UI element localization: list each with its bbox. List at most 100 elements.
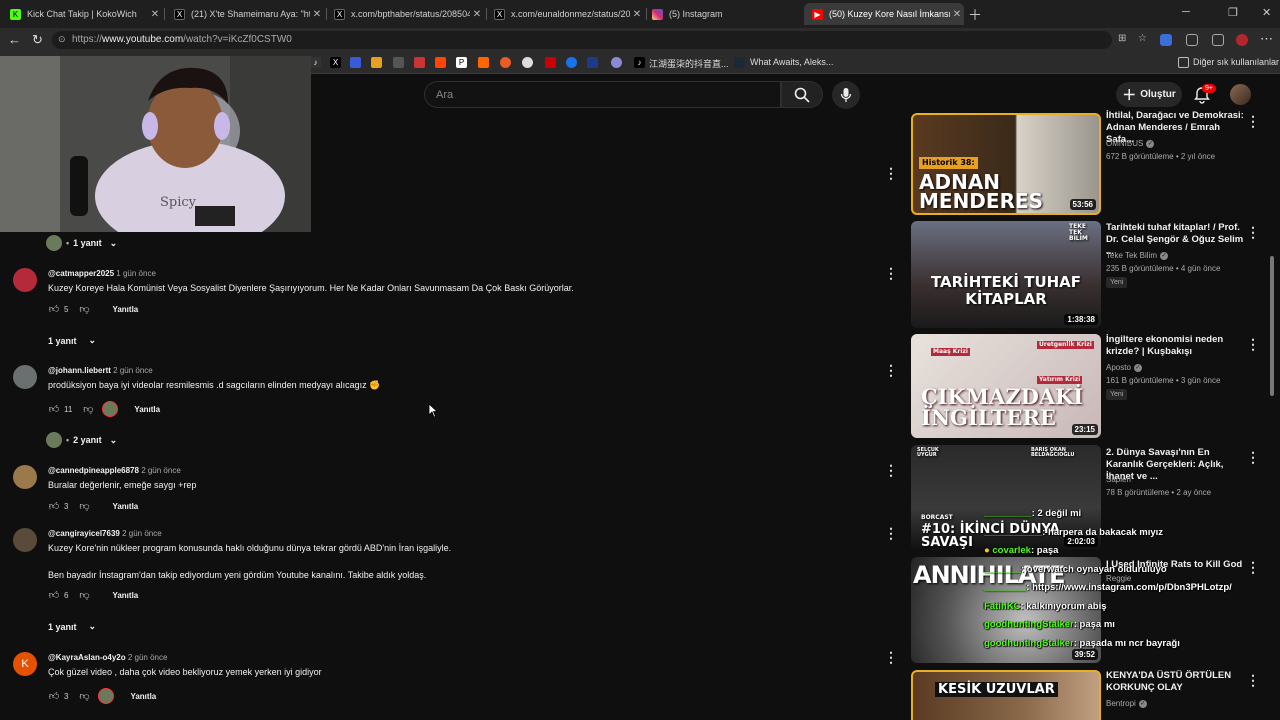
- bookmark-icon[interactable]: [611, 57, 622, 68]
- reply-button[interactable]: Yanıtla: [112, 591, 138, 600]
- dislike-icon[interactable]: 👎︎: [82, 403, 94, 415]
- bookmark-icon[interactable]: P: [456, 57, 467, 68]
- bookmark-icon[interactable]: [566, 57, 577, 68]
- bookmark-icon[interactable]: [350, 57, 361, 68]
- bookmark-steam-label[interactable]: What Awaits, Aleks...: [750, 57, 833, 67]
- replies-toggle[interactable]: 1 yanıt ⌄: [48, 335, 96, 346]
- bookmark-icon[interactable]: [522, 57, 533, 68]
- tab-x-shameimaru[interactable]: X (21) X'te Shameimaru Aya: "https:/ ✕: [166, 3, 324, 25]
- video-title[interactable]: KENYA'DA ÜSTÜ ÖRTÜLEN KORKUNÇ OLAY: [1106, 670, 1244, 694]
- comment-menu-icon[interactable]: ⋮: [884, 363, 898, 377]
- video-menu-icon[interactable]: ⋮: [1246, 560, 1260, 574]
- url-field[interactable]: ⊙ https://www.youtube.com/watch?v=iKcZf0…: [52, 31, 1147, 49]
- site-info-icon[interactable]: ⊙: [58, 34, 66, 45]
- scrollbar-thumb[interactable]: [1270, 256, 1274, 396]
- video-channel[interactable]: Aposto ✓: [1106, 363, 1142, 372]
- profile-icon[interactable]: [1236, 34, 1248, 46]
- like-icon[interactable]: 👍︎: [48, 500, 60, 512]
- bookmark-x-icon[interactable]: X: [330, 57, 341, 68]
- dislike-icon[interactable]: 👎︎: [78, 500, 90, 512]
- comment-avatar[interactable]: [13, 528, 37, 552]
- dislike-icon[interactable]: 👎︎: [78, 303, 90, 315]
- video-thumbnail[interactable]: TEKE TEK BİLİM TARİHTEKİ TUHAF KİTAPLAR …: [911, 221, 1101, 328]
- replies-toggle[interactable]: • 2 yanıt ⌄: [46, 432, 117, 448]
- comment-author[interactable]: @catmapper2025: [48, 269, 114, 278]
- dislike-icon[interactable]: 👎︎: [78, 690, 90, 702]
- reply-button[interactable]: Yanıtla: [130, 692, 156, 701]
- bookmark-icon[interactable]: ♪: [310, 57, 321, 68]
- tab-x-bpthaber[interactable]: X x.com/bpthaber/status/20850490 ✕: [326, 3, 484, 25]
- other-bookmarks-label[interactable]: Diğer sık kullanılanlar: [1193, 57, 1279, 67]
- bookmark-icon[interactable]: [545, 57, 556, 68]
- app-available-icon[interactable]: ⊞: [1118, 33, 1126, 44]
- voice-search-button[interactable]: [832, 81, 860, 109]
- bookmark-icon[interactable]: [371, 57, 382, 68]
- close-tab-icon[interactable]: ✕: [310, 9, 324, 20]
- tab-youtube-active[interactable]: ▶ (50) Kuzey Kore Nasıl İmkansızı Ba ✕: [804, 3, 964, 25]
- tiktok-icon[interactable]: ♪: [634, 57, 645, 68]
- comment-author[interactable]: @johann.liebertt: [48, 366, 111, 375]
- close-window-icon[interactable]: ✕: [1262, 6, 1271, 19]
- reply-button[interactable]: Yanıtla: [112, 502, 138, 511]
- bookmark-icon[interactable]: [414, 57, 425, 68]
- video-title[interactable]: İngiltere ekonomisi neden krizde? | Kuşb…: [1106, 334, 1244, 358]
- collections-icon[interactable]: [1212, 34, 1224, 46]
- video-thumbnail[interactable]: Historik 38: ADNAN MENDERES 53:56: [911, 113, 1101, 215]
- create-button[interactable]: ＋ Oluştur: [1116, 82, 1182, 107]
- comment-avatar[interactable]: [13, 365, 37, 389]
- reply-button[interactable]: Yanıtla: [112, 305, 138, 314]
- maximize-icon[interactable]: ❐: [1228, 6, 1238, 19]
- video-thumbnail[interactable]: KESİK UZUVLAR: [911, 670, 1101, 720]
- reload-icon[interactable]: ↻: [32, 32, 43, 48]
- replies-toggle[interactable]: 1 yanıt ⌄: [48, 621, 96, 632]
- replies-toggle[interactable]: • 1 yanıt ⌄: [46, 235, 117, 251]
- comment-avatar[interactable]: K: [13, 652, 37, 676]
- account-avatar[interactable]: [1230, 84, 1251, 105]
- bookmark-icon[interactable]: [500, 57, 511, 68]
- tab-kick-chat[interactable]: K Kick Chat Takip | KokoWich ✕: [2, 3, 162, 25]
- more-menu-icon[interactable]: ⋯: [1260, 31, 1273, 47]
- extension-icon[interactable]: [1160, 34, 1172, 46]
- back-icon[interactable]: ←: [8, 32, 21, 47]
- video-menu-icon[interactable]: ⋮: [1246, 450, 1260, 464]
- bookmark-icon[interactable]: [587, 57, 598, 68]
- reply-button[interactable]: Yanıtla: [134, 405, 160, 414]
- video-channel[interactable]: Sapien: [1106, 475, 1131, 484]
- video-thumbnail[interactable]: Maaş Krizi Üretgenlik Krizi Yatırım Kriz…: [911, 334, 1101, 438]
- search-input[interactable]: Ara: [424, 81, 781, 108]
- comment-menu-icon[interactable]: ⋮: [884, 166, 898, 180]
- bookmark-reddit-icon[interactable]: [435, 57, 446, 68]
- steam-icon[interactable]: [734, 57, 745, 68]
- comment-menu-icon[interactable]: ⋮: [884, 650, 898, 664]
- extensions-icon[interactable]: [1186, 34, 1198, 46]
- comment-avatar[interactable]: [13, 268, 37, 292]
- comment-menu-icon[interactable]: ⋮: [884, 526, 898, 540]
- video-menu-icon[interactable]: ⋮: [1246, 225, 1260, 239]
- close-tab-icon[interactable]: ✕: [630, 9, 644, 20]
- bookmark-icon[interactable]: [478, 57, 489, 68]
- comment-avatar[interactable]: [13, 465, 37, 489]
- close-tab-icon[interactable]: ✕: [950, 9, 964, 20]
- video-menu-icon[interactable]: ⋮: [1246, 114, 1260, 128]
- like-icon[interactable]: 👍︎: [48, 589, 60, 601]
- tab-x-eunaldonmez[interactable]: X x.com/eunaldonmez/status/20848 ✕: [486, 3, 644, 25]
- search-button[interactable]: [781, 81, 823, 108]
- video-channel[interactable]: OMNIBUS ✓: [1106, 139, 1155, 148]
- video-channel[interactable]: Teke Tek Bilim ✓: [1106, 251, 1168, 260]
- video-menu-icon[interactable]: ⋮: [1246, 337, 1260, 351]
- bookmark-icon[interactable]: [393, 57, 404, 68]
- close-tab-icon[interactable]: ✕: [470, 9, 484, 20]
- like-icon[interactable]: 👍︎: [48, 403, 60, 415]
- dislike-icon[interactable]: 👎︎: [78, 589, 90, 601]
- minimize-icon[interactable]: ─: [1182, 6, 1190, 18]
- tab-instagram[interactable]: (5) Instagram: [644, 3, 804, 25]
- video-menu-icon[interactable]: ⋮: [1246, 673, 1260, 687]
- comment-menu-icon[interactable]: ⋮: [884, 463, 898, 477]
- favorite-star-icon[interactable]: ☆: [1138, 33, 1147, 44]
- bookmark-tiktok-label[interactable]: 江湖蛋柒的抖音直...: [649, 57, 729, 70]
- like-icon[interactable]: 👍︎: [48, 690, 60, 702]
- new-tab-icon[interactable]: ＋: [968, 5, 982, 25]
- video-channel[interactable]: Bentropi ✓: [1106, 699, 1147, 708]
- like-icon[interactable]: 👍︎: [48, 303, 60, 315]
- close-tab-icon[interactable]: ✕: [148, 9, 162, 20]
